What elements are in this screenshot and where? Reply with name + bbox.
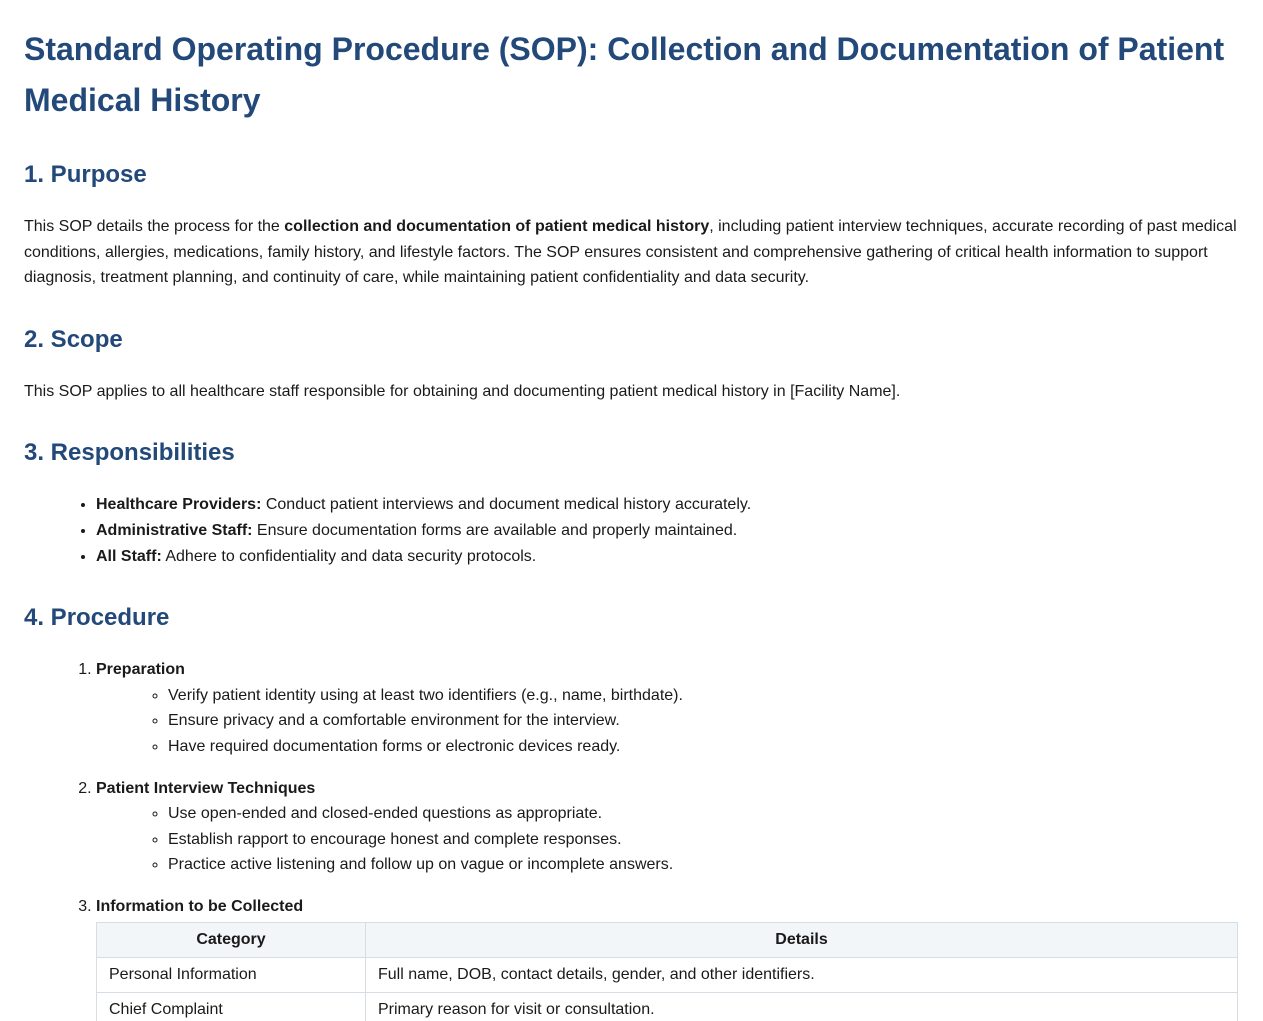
table-cell-category: Chief Complaint: [96, 991, 366, 1021]
step-title: Preparation: [96, 661, 185, 679]
procedure-step-preparation: Preparation Verify patient identity usin…: [96, 657, 1239, 759]
purpose-paragraph: This SOP details the process for the col…: [24, 214, 1239, 291]
section-heading-scope: 2. Scope: [24, 325, 123, 353]
information-table: Category Details Personal Information Fu…: [96, 921, 1238, 1021]
list-item: Establish rapport to encourage honest an…: [168, 827, 1239, 853]
step-title: Patient Interview Techniques: [96, 779, 316, 797]
list-item: All Staff: Adhere to confidentiality and…: [96, 544, 1239, 570]
table-cell-details: Primary reason for visit or consultation…: [365, 991, 1238, 1021]
role-label: All Staff:: [96, 547, 162, 565]
list-item: Administrative Staff: Ensure documentati…: [96, 518, 1239, 544]
list-item: Ensure privacy and a comfortable environ…: [168, 708, 1239, 734]
section-heading-procedure: 4. Procedure: [24, 604, 170, 632]
role-description: Conduct patient interviews and document …: [261, 496, 752, 514]
procedure-step-interview: Patient Interview Techniques Use open-en…: [96, 776, 1239, 878]
role-description: Adhere to confidentiality and data secur…: [161, 547, 537, 565]
step-title: Information to be Collected: [96, 897, 304, 915]
table-row: Personal Information Full name, DOB, con…: [96, 956, 1238, 993]
section-heading-responsibilities: 3. Responsibilities: [24, 439, 235, 467]
scope-paragraph: This SOP applies to all healthcare staff…: [24, 382, 901, 400]
purpose-text-bold: collection and documentation of patient …: [284, 218, 710, 235]
table-cell-details: Full name, DOB, contact details, gender,…: [365, 956, 1238, 993]
role-label: Healthcare Providers:: [96, 496, 262, 514]
step-sublist: Use open-ended and closed-ended question…: [96, 801, 1239, 878]
table-row: Chief Complaint Primary reason for visit…: [96, 991, 1238, 1021]
list-item: Healthcare Providers: Conduct patient in…: [96, 492, 1239, 518]
document-title: Standard Operating Procedure (SOP): Coll…: [24, 31, 1225, 118]
column-header-details: Details: [365, 921, 1238, 958]
sop-document: Standard Operating Procedure (SOP): Coll…: [0, 24, 1263, 1021]
table-cell-category: Personal Information: [96, 956, 366, 993]
list-item: Verify patient identity using at least t…: [168, 683, 1239, 709]
column-header-category: Category: [96, 921, 366, 958]
procedure-steps: Preparation Verify patient identity usin…: [24, 657, 1239, 1021]
procedure-step-information: Information to be Collected Category Det…: [96, 894, 1239, 1021]
list-item: Use open-ended and closed-ended question…: [168, 801, 1239, 827]
section-heading-purpose: 1. Purpose: [24, 161, 147, 188]
responsibilities-list: Healthcare Providers: Conduct patient in…: [24, 492, 1239, 569]
list-item: Have required documentation forms or ele…: [168, 734, 1239, 760]
table-header-row: Category Details: [96, 921, 1238, 958]
role-label: Administrative Staff:: [96, 521, 253, 539]
step-sublist: Verify patient identity using at least t…: [96, 683, 1239, 760]
purpose-text-before: This SOP details the process for the: [24, 218, 285, 235]
role-description: Ensure documentation forms are available…: [252, 521, 738, 539]
list-item: Practice active listening and follow up …: [168, 852, 1239, 878]
